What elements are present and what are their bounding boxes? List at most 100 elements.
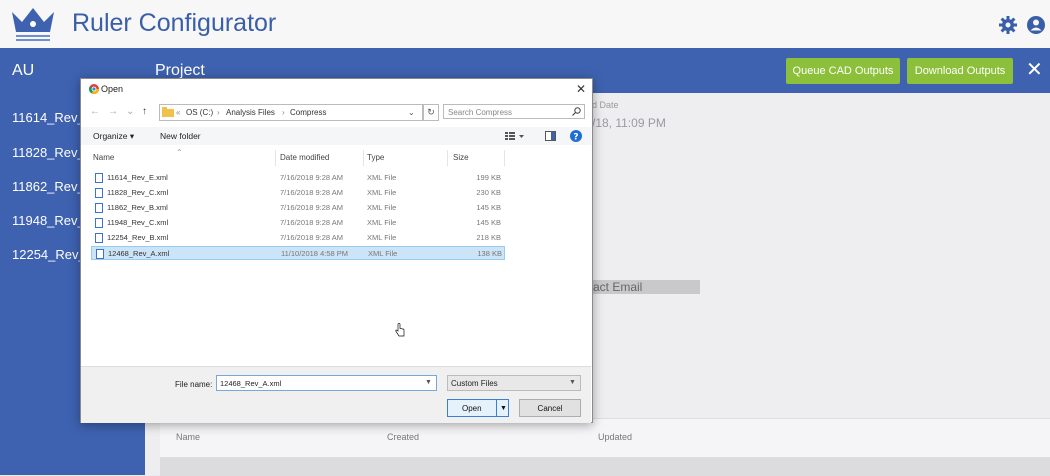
dialog-toolbar: Organize ▾ New folder ? [81, 127, 591, 145]
back-arrow-icon[interactable]: ← [90, 106, 100, 117]
xml-file-icon [95, 188, 103, 198]
gear-icon[interactable] [998, 15, 1018, 35]
file-type: XML File [367, 203, 397, 212]
path-separator: › [282, 108, 285, 117]
close-panel-icon[interactable]: ✕ [1026, 60, 1043, 80]
file-name-label: File name: [175, 380, 213, 389]
dialog-title: Open [101, 84, 124, 94]
queue-cad-outputs-button[interactable]: Queue CAD Outputs [786, 58, 900, 84]
address-bar[interactable]: « OS (C:) › Analysis Files › Compress ⌄ [159, 104, 423, 121]
chevron-down-icon[interactable]: ▼ [569, 379, 576, 386]
path-segment[interactable]: Analysis Files [226, 105, 275, 120]
new-folder-button[interactable]: New folder [160, 131, 201, 141]
chrome-icon [89, 84, 99, 94]
up-arrow-icon[interactable]: ↑ [142, 106, 147, 117]
forward-arrow-icon[interactable]: → [108, 106, 118, 117]
file-date: 11/10/2018 4:58 PM [281, 249, 348, 258]
table-body [160, 457, 1050, 476]
file-row[interactable]: 11828_Rev_C.xml 7/16/2018 9:28 AM XML Fi… [91, 186, 505, 200]
user-account-icon[interactable] [1026, 15, 1046, 35]
dialog-close-icon[interactable]: ✕ [576, 82, 586, 96]
file-type: XML File [367, 173, 397, 182]
file-date: 7/16/2018 9:28 AM [280, 173, 343, 182]
contact-email-field[interactable]: act Email [590, 280, 700, 294]
open-options-dropdown-icon[interactable]: ▼ [500, 400, 507, 418]
folder-icon [162, 107, 174, 117]
file-size: 138 KB [477, 249, 502, 258]
xml-file-icon [96, 249, 104, 259]
column-divider[interactable] [275, 150, 276, 166]
file-date: 7/16/2018 9:28 AM [280, 203, 343, 212]
path-dropdown-icon[interactable]: ⌄ [408, 105, 415, 120]
sidebar-item[interactable]: 11862_Rev_B [12, 179, 80, 194]
file-type: XML File [367, 188, 397, 197]
file-date: 7/16/2018 9:28 AM [280, 218, 343, 227]
open-button[interactable]: Open ▼ [447, 399, 509, 417]
sidebar-item[interactable]: 11614_Rev_E [12, 110, 80, 125]
file-name: 11614_Rev_E.xml [107, 173, 168, 182]
cancel-button[interactable]: Cancel [519, 399, 581, 417]
file-list-header: Name ⌃ Date modified Type Size [91, 148, 505, 166]
svg-text:?: ? [573, 133, 578, 143]
path-segment[interactable]: OS (C:) [186, 105, 213, 120]
search-icon [572, 107, 581, 116]
table-header-updated: Updated [598, 432, 633, 442]
preview-pane-icon[interactable] [545, 131, 556, 141]
xml-file-icon [95, 203, 103, 213]
top-bar: Ruler Configurator [0, 0, 1050, 48]
xml-file-icon [95, 218, 103, 228]
recent-locations-icon[interactable]: ⌄ [126, 106, 134, 117]
path-overflow[interactable]: « [176, 105, 180, 120]
file-size: 145 KB [476, 218, 501, 227]
column-header-type[interactable]: Type [367, 153, 384, 162]
file-row[interactable]: 11948_Rev_C.xml 7/16/2018 9:28 AM XML Fi… [91, 216, 505, 230]
column-header-name[interactable]: Name [93, 153, 114, 162]
file-date: 7/16/2018 9:28 AM [280, 233, 343, 242]
file-row-selected[interactable]: 12468_Rev_A.xml 11/10/2018 4:58 PM XML F… [91, 246, 505, 260]
view-options-icon[interactable] [505, 131, 525, 141]
navigation-bar: ← → ⌄ ↑ « OS (C:) › Analysis Files › Com… [86, 103, 588, 121]
app-title: Ruler Configurator [72, 9, 277, 37]
file-row[interactable]: 12254_Rev_B.xml 7/16/2018 9:28 AM XML Fi… [91, 231, 505, 245]
chevron-down-icon[interactable]: ▼ [425, 379, 432, 386]
path-segment[interactable]: Compress [290, 105, 326, 120]
file-row[interactable]: 11862_Rev_B.xml 7/16/2018 9:28 AM XML Fi… [91, 201, 505, 215]
sidebar-heading: AU [12, 62, 35, 79]
split-divider [496, 400, 497, 416]
organize-menu[interactable]: Organize ▾ [93, 131, 134, 142]
xml-file-icon [95, 173, 103, 183]
search-input[interactable]: Search Compress [443, 104, 585, 119]
column-divider[interactable] [447, 150, 448, 166]
file-type: XML File [368, 249, 398, 258]
column-header-date[interactable]: Date modified [280, 153, 329, 162]
file-size: 218 KB [476, 233, 501, 242]
sidebar-item[interactable]: 12254_Rev_B [12, 247, 80, 262]
file-name: 12468_Rev_A.xml [108, 249, 170, 258]
path-separator: › [217, 108, 220, 117]
download-outputs-button[interactable]: Download Outputs [907, 58, 1013, 84]
column-divider[interactable] [363, 150, 364, 166]
file-type-filter[interactable]: Custom Files [447, 375, 581, 391]
sidebar-item[interactable]: 11948_Rev_C [12, 213, 80, 228]
file-name-input[interactable]: 12468_Rev_A.xml [216, 375, 437, 391]
column-divider[interactable] [504, 150, 505, 166]
sidebar-item[interactable]: 11828_Rev_C [12, 145, 80, 160]
dialog-footer: File name: 12468_Rev_A.xml ▼ Custom File… [81, 366, 591, 423]
help-icon[interactable]: ? [570, 130, 582, 142]
refresh-icon[interactable]: ↻ [423, 104, 439, 121]
file-size: 230 KB [476, 188, 501, 197]
outputs-table: Name Created Updated [160, 418, 1050, 476]
file-name: 12254_Rev_B.xml [107, 233, 169, 242]
file-name: 11948_Rev_C.xml [107, 218, 169, 227]
xml-file-icon [95, 233, 103, 243]
file-row[interactable]: 11614_Rev_E.xml 7/16/2018 9:28 AM XML Fi… [91, 171, 505, 185]
file-name: 11862_Rev_B.xml [107, 203, 168, 212]
date-label: d Date [592, 100, 619, 110]
column-header-size[interactable]: Size [453, 153, 469, 162]
hand-pointer-cursor-icon [395, 323, 405, 337]
file-date: 7/16/2018 9:28 AM [280, 188, 343, 197]
table-header-name: Name [176, 432, 201, 442]
sort-ascending-icon: ⌃ [176, 148, 183, 157]
file-size: 145 KB [476, 203, 501, 212]
crown-logo-icon [12, 8, 54, 41]
